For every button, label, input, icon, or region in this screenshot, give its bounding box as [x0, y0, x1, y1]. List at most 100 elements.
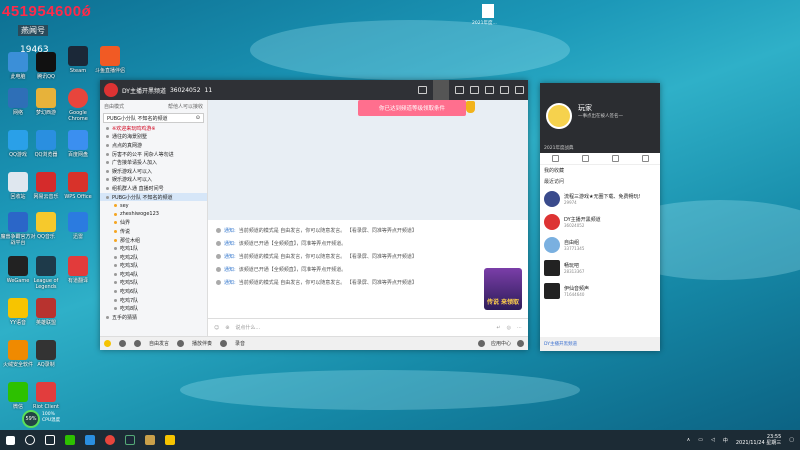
home-icon[interactable] [433, 80, 449, 100]
taskview-icon[interactable] [45, 435, 55, 445]
channel-item[interactable]: 广告接单请投人加入 [100, 158, 207, 167]
yy-logo-icon[interactable] [104, 340, 111, 347]
file-icon[interactable] [482, 4, 494, 18]
user-item[interactable]: 传说 [100, 227, 207, 236]
channel-item[interactable]: 娱乐游戏人可以入 [100, 176, 207, 185]
record-icon[interactable] [220, 340, 228, 347]
channel-search[interactable]: PUBG小分队 不知名的频道 ⊙ [103, 113, 204, 123]
tab-channels-icon[interactable] [551, 155, 559, 162]
app-center-button[interactable]: 应用中心 [491, 340, 511, 347]
desktop-icon-douyu[interactable]: 斗鱼直播伴侣 [92, 46, 128, 74]
screen-icon[interactable] [418, 86, 427, 94]
desktop-icon-youdao[interactable]: 有道翻译 [60, 256, 96, 284]
mic-icon[interactable] [134, 340, 141, 347]
desktop-icon-qq[interactable]: 腾讯QQ [28, 52, 64, 80]
app-icon[interactable] [477, 340, 485, 347]
up-arrow-icon[interactable]: ∧ [687, 437, 691, 443]
channel-item[interactable]: 娱乐游戏人可以入 [100, 167, 207, 176]
lol-task-icon[interactable] [145, 435, 155, 445]
desktop-icon-mhxy[interactable]: 梦幻西游 [28, 88, 64, 116]
user-item[interactable]: 那位木组 [100, 236, 207, 245]
sub-channel-item[interactable]: 吃鸡8队 [100, 304, 207, 313]
tab-friends-icon[interactable] [581, 155, 589, 162]
qq-task-icon[interactable] [85, 435, 95, 445]
channel-item[interactable]: ※欢迎来玩鸣鸡游※ [100, 124, 207, 133]
grid-icon[interactable] [455, 86, 464, 94]
user-item[interactable]: 仙界 [100, 219, 207, 228]
user-signature[interactable]: 一事点出在被人签名一 [578, 113, 623, 119]
user-avatar[interactable] [546, 103, 572, 129]
network-tray-icon[interactable]: ▭ [698, 437, 703, 443]
chrome-task-icon[interactable] [105, 435, 115, 445]
sub-channel-item[interactable]: 吃鸡1队 [100, 244, 207, 253]
settings-icon[interactable] [517, 340, 524, 347]
sub-section-title[interactable]: 最近访问 [540, 176, 660, 187]
channel-item[interactable]: 厉害不的公平 闲杂人等勿进 [100, 150, 207, 159]
sub-channel-item[interactable]: 吃鸡3队 [100, 262, 207, 271]
tab-messages-icon[interactable] [641, 155, 649, 162]
clock[interactable]: 23:55 2021/11/24 星期三 [736, 434, 781, 446]
channel-item[interactable]: 五手的猜猜 [100, 313, 207, 322]
window-titlebar[interactable]: DY主播开黑频道 36024052 11 [100, 80, 528, 100]
gamepad-icon[interactable] [470, 86, 479, 94]
cpu-gauge[interactable]: 59% [22, 410, 40, 428]
footer-channel-link[interactable]: DY主播开黑频道 [544, 341, 577, 347]
sub-channel-item[interactable]: 吃鸡5队 [100, 279, 207, 288]
more-icon[interactable]: ⋯ [517, 325, 522, 331]
desktop-icon-baidupan[interactable]: 百度网盘 [60, 130, 96, 158]
windows-start-icon[interactable] [6, 435, 15, 445]
chat-icon[interactable]: ◎ [507, 325, 511, 331]
desktop-icon-wps[interactable]: WPS Office [60, 172, 96, 200]
yy-task-icon[interactable] [165, 435, 175, 445]
recent-item[interactable]: 自由组 33771345 [540, 233, 660, 256]
level-banner[interactable]: 你已达到频道等级领取条件 [358, 100, 466, 116]
user-item[interactable]: sey [100, 201, 207, 210]
channel-item-selected[interactable]: PUBG小分队 不知名的频道 [100, 192, 207, 202]
speaker-icon[interactable] [119, 340, 126, 347]
play-icon[interactable] [177, 340, 185, 347]
steam-task-icon[interactable] [125, 435, 135, 445]
tab-groups-icon[interactable] [611, 155, 619, 162]
emoji-icon[interactable]: ☺ [214, 325, 219, 331]
desktop-icon-aq[interactable]: AQ录制 [28, 340, 64, 368]
close-icon[interactable] [515, 86, 524, 94]
recent-item[interactable]: 伊仙音频声 71644640 [540, 279, 660, 302]
record-button[interactable]: 录音 [235, 340, 245, 347]
sub-channel-item[interactable]: 吃鸡2队 [100, 253, 207, 262]
desktop-icon-chrome[interactable]: Google Chrome [60, 88, 96, 122]
channel-item[interactable]: 通往的海景别墅 [100, 133, 207, 142]
sub-channel-item[interactable]: 吃鸡7队 [100, 296, 207, 305]
year-badge[interactable]: 2021年度战典 [544, 145, 573, 151]
channel-avatar[interactable] [104, 83, 118, 97]
recent-item[interactable]: 畅玩吧 28313367 [540, 256, 660, 279]
menu-icon[interactable] [485, 86, 494, 94]
desktop-icon-lol[interactable]: League of Legends [28, 256, 64, 290]
sub-channel-item[interactable]: 吃鸡4队 [100, 270, 207, 279]
wechat-task-icon[interactable] [65, 435, 75, 445]
play-music-button[interactable]: 播放伴奏 [192, 340, 212, 347]
desktop-icon-qqmusic[interactable]: QQ音乐 [28, 212, 64, 240]
section-title[interactable]: 我的收藏 [540, 165, 660, 176]
notification-icon[interactable]: ▢ [789, 437, 794, 443]
volume-icon[interactable]: ◁ [711, 437, 715, 443]
input-lang[interactable]: 中 [723, 437, 728, 444]
recent-item[interactable]: 流程三游戏★无圈下载、免费畅玩! 29974 [540, 187, 660, 210]
minimize-icon[interactable] [500, 86, 509, 94]
channel-item[interactable]: 组机群人通 直播时间号 [100, 184, 207, 193]
gift-icon[interactable]: ⊕ [225, 325, 229, 331]
desktop-icon-lolcn[interactable]: 英雄联盟 [28, 298, 64, 326]
desktop-icon-steam[interactable]: Steam [60, 46, 96, 74]
sub-channel-item[interactable]: 吃鸡6队 [100, 287, 207, 296]
chat-input[interactable]: 说点什么... [235, 324, 260, 331]
channel-item[interactable]: 点点的真网游 [100, 141, 207, 150]
promo-card[interactable]: 传说 来领取 [484, 268, 522, 310]
desktop-icon-xunlei[interactable]: 迅雷 [60, 212, 96, 240]
free-talk-mode[interactable]: 自由发言 [149, 340, 169, 347]
desktop-icon-riot[interactable]: Riot Client [28, 382, 64, 410]
search-icon[interactable] [25, 435, 35, 445]
recent-item[interactable]: DY主播开黑频道 36024052 [540, 210, 660, 233]
desktop-icon-qqbrowser[interactable]: QQ浏览器 [28, 130, 64, 158]
desktop-icon-netease[interactable]: 网易云音乐 [28, 172, 64, 200]
enter-icon[interactable]: ↵ [496, 325, 500, 331]
user-item[interactable]: zheshiwoge123 [100, 210, 207, 219]
